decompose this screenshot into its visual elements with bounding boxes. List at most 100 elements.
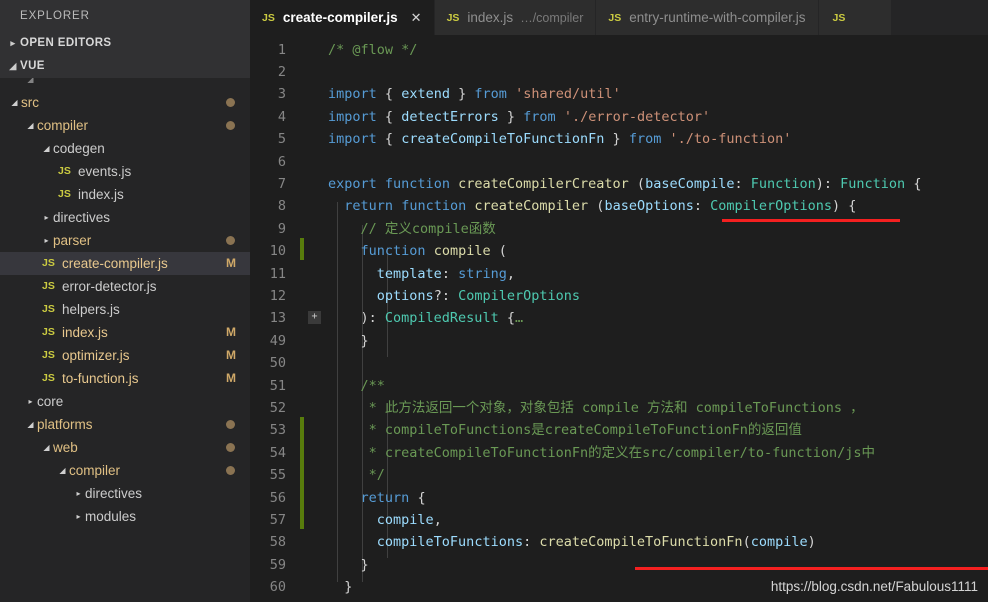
- tree-item-label: error-detector.js: [62, 279, 157, 294]
- code-line-57[interactable]: 57 compile,: [250, 509, 988, 531]
- tree-item-to-function-js[interactable]: JS to-function.js M: [0, 367, 250, 390]
- tree-item-label: web: [53, 440, 78, 455]
- tree-item-parser[interactable]: ▸ parser: [0, 229, 250, 252]
- code-text: * compileToFunctions是createCompileToFunc…: [368, 422, 802, 439]
- tree-item-directives[interactable]: ▸ directives: [0, 206, 250, 229]
- chevron-right-icon: ▸: [76, 489, 81, 498]
- code-text: import { createCompileToFunctionFn } fro…: [328, 131, 792, 148]
- code-line-56[interactable]: 56 return {: [250, 487, 988, 509]
- editor-tab-create-compiler-js[interactable]: JS create-compiler.js ✕: [250, 0, 435, 35]
- code-line-8[interactable]: 8 return function createCompiler (baseOp…: [250, 195, 988, 217]
- code-line-10[interactable]: 10 function compile (: [250, 240, 988, 262]
- code-text: return {: [360, 489, 426, 506]
- git-modified-dot-icon: [226, 420, 235, 429]
- code-text: * 此方法返回一个对象，对象包括 compile 方法和 compileToFu…: [368, 399, 864, 416]
- code-text: function compile (: [360, 243, 507, 260]
- tree-item-directives[interactable]: ▸ directives: [0, 482, 250, 505]
- code-line-53[interactable]: 53 * compileToFunctions是createCompileToF…: [250, 419, 988, 441]
- code-text: */: [368, 467, 385, 484]
- tree-item-error-detector-js[interactable]: JS error-detector.js: [0, 275, 250, 298]
- line-number: 56: [269, 489, 286, 506]
- js-file-icon: JS: [446, 11, 460, 24]
- js-file-icon: JS: [262, 11, 275, 24]
- chevron-right-icon: ▸: [76, 512, 81, 521]
- close-icon[interactable]: ✕: [411, 10, 422, 26]
- tree-item-label: codegen: [53, 141, 105, 156]
- code-line-1[interactable]: 1 /* @flow */: [250, 39, 988, 61]
- code-line-2[interactable]: 2: [250, 61, 988, 83]
- line-number: 54: [269, 444, 286, 461]
- tree-item-compiler[interactable]: ◢ compiler: [0, 114, 250, 137]
- editor-tab-partial[interactable]: JS: [818, 0, 891, 35]
- tree-item-label: helpers.js: [62, 302, 120, 317]
- js-file-icon: JS: [42, 280, 55, 292]
- code-line-59[interactable]: 59 }: [250, 554, 988, 576]
- chevron-down-icon: ◢: [27, 121, 34, 130]
- editor-tab-index-js[interactable]: JS index.js …/compiler: [434, 0, 597, 35]
- fold-expand-icon[interactable]: +: [308, 311, 321, 325]
- editor-tab-entry-runtime-with-compiler-js[interactable]: JS entry-runtime-with-compiler.js: [596, 0, 819, 35]
- tree-item-index-js[interactable]: JS index.js: [0, 183, 250, 206]
- tree-item-partial[interactable]: ◢: [0, 78, 250, 91]
- tree-item-label: src: [21, 95, 39, 110]
- explorer-section-vue[interactable]: ◢ VUE: [0, 55, 250, 78]
- code-text: ): CompiledResult {…: [360, 310, 524, 327]
- git-status-badge: M: [226, 348, 236, 362]
- tree-item-web[interactable]: ◢ web: [0, 436, 250, 459]
- code-line-60[interactable]: 60 }: [250, 576, 988, 598]
- code-text: }: [328, 599, 336, 602]
- tree-item-codegen[interactable]: ◢ codegen: [0, 137, 250, 160]
- code-line-11[interactable]: 11 template: string,: [250, 263, 988, 285]
- tree-item-label: index.js: [78, 187, 124, 202]
- line-number: 60: [269, 579, 286, 596]
- js-file-icon: JS: [42, 303, 55, 315]
- explorer-section-open-editors[interactable]: ▸ OPEN EDITORS: [0, 32, 250, 55]
- code-line-5[interactable]: 5 import { createCompileToFunctionFn } fr…: [250, 128, 988, 150]
- tree-item-modules[interactable]: ▸ modules: [0, 505, 250, 528]
- code-line-4[interactable]: 4 import { detectErrors } from './error-d…: [250, 106, 988, 128]
- code-text: import { detectErrors } from './error-de…: [328, 108, 711, 125]
- code-line-6[interactable]: 6: [250, 151, 988, 173]
- tree-item-events-js[interactable]: JS events.js: [0, 160, 250, 183]
- tree-item-src[interactable]: ◢ src: [0, 91, 250, 114]
- code-line-7[interactable]: 7 export function createCompilerCreator (…: [250, 173, 988, 195]
- code-line-58[interactable]: 58 compileToFunctions: createCompileToFu…: [250, 531, 988, 553]
- chevron-down-icon: ◢: [43, 144, 50, 153]
- code-text: import { extend } from 'shared/util': [328, 86, 621, 103]
- editor-tab-bar[interactable]: JS create-compiler.js ✕ JS index.js …/compile…: [250, 0, 988, 35]
- tab-label: index.js: [467, 10, 514, 25]
- tree-item-label: to-function.js: [62, 371, 139, 386]
- tree-item-label: modules: [85, 509, 137, 524]
- tree-item-compiler[interactable]: ◢ compiler: [0, 459, 250, 482]
- tree-item-label: create-compiler.js: [62, 256, 168, 271]
- code-line-54[interactable]: 54 * createCompileToFunctionFn的定义在src/co…: [250, 442, 988, 464]
- tree-item-index-js[interactable]: JS index.js M: [0, 321, 250, 344]
- code-text: options?: CompilerOptions: [376, 287, 580, 304]
- chevron-right-icon: ▸: [44, 236, 49, 245]
- tree-item-helpers-js[interactable]: JS helpers.js: [0, 298, 250, 321]
- explorer-sidebar: EXPLORER ▸ OPEN EDITORS ◢ VUE ◢ ◢ src ◢ compile…: [0, 0, 250, 602]
- code-line-3[interactable]: 3 import { extend } from 'shared/util': [250, 83, 988, 105]
- code-editor[interactable]: https://blog.csdn.net/Fabulous1111 1/* @…: [250, 35, 988, 602]
- code-line-50[interactable]: 50: [250, 352, 988, 374]
- code-line-12[interactable]: 12 options?: CompilerOptions: [250, 285, 988, 307]
- code-line-55[interactable]: 55 */: [250, 464, 988, 486]
- tree-item-core[interactable]: ▸ core: [0, 390, 250, 413]
- code-line-13[interactable]: 13 + ): CompiledResult {…: [250, 307, 988, 329]
- chevron-right-icon: ▸: [44, 213, 49, 222]
- code-line-51[interactable]: 51 /**: [250, 375, 988, 397]
- tree-item-platforms[interactable]: ◢ platforms: [0, 413, 250, 436]
- code-text: }: [360, 332, 369, 349]
- code-line-61[interactable]: 61}: [250, 599, 988, 602]
- tab-label: create-compiler.js: [282, 10, 398, 25]
- tree-item-label: core: [37, 394, 64, 409]
- code-line-52[interactable]: 52 * 此方法返回一个对象，对象包括 compile 方法和 compileT…: [250, 397, 988, 419]
- line-number: 10: [269, 243, 286, 260]
- tree-item-label: events.js: [78, 164, 132, 179]
- file-tree[interactable]: ◢ ◢ src ◢ compiler ◢ codegen JS events.js JS index…: [0, 78, 250, 602]
- tree-item-optimizer-js[interactable]: JS optimizer.js M: [0, 344, 250, 367]
- tree-item-label: parser: [53, 233, 92, 248]
- tree-item-create-compiler-js[interactable]: JS create-compiler.js M: [0, 252, 250, 275]
- line-number: 13: [269, 310, 286, 327]
- code-line-49[interactable]: 49 }: [250, 330, 988, 352]
